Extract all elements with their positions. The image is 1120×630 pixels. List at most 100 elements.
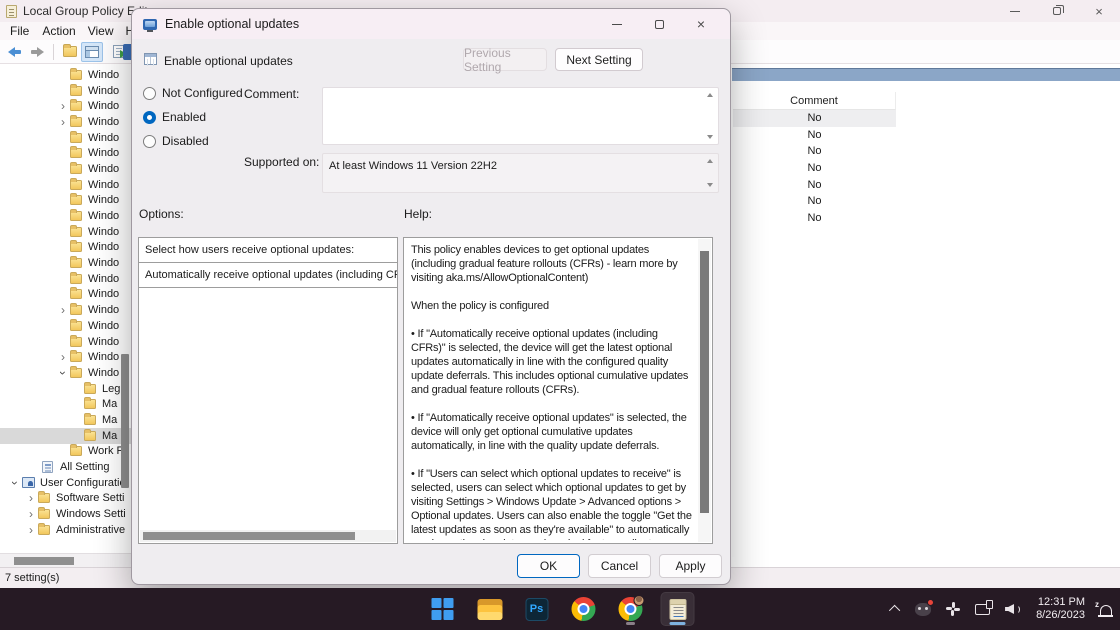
tree-item[interactable]: › Windo <box>0 98 131 114</box>
dialog-minimize-button[interactable] <box>596 9 638 39</box>
tree-item[interactable]: Windo <box>0 130 131 146</box>
tree-item[interactable]: › User Configuratio <box>0 475 131 491</box>
supported-on-scrollbar[interactable] <box>704 156 716 190</box>
setting-row[interactable]: No <box>733 143 896 160</box>
scroll-up-icon[interactable] <box>707 159 713 163</box>
tree-item[interactable]: Windo <box>0 161 131 177</box>
display-cast-icon[interactable] <box>975 604 990 615</box>
tree-item[interactable]: › Windo <box>0 114 131 130</box>
tree-chevron-icon[interactable]: › <box>24 491 38 505</box>
tree-item[interactable]: Work F <box>0 444 131 460</box>
tree-item[interactable]: Windo <box>0 334 131 350</box>
tree-item[interactable]: Ma <box>0 428 131 444</box>
ok-button[interactable]: OK <box>517 554 580 578</box>
taskbar-clock[interactable]: 12:31 PM 8/26/2023 <box>1036 596 1085 622</box>
tree-item[interactable]: Windo <box>0 83 131 99</box>
radio-option[interactable]: Disabled <box>143 129 243 153</box>
tree-item[interactable]: Leg <box>0 381 131 397</box>
menu-item[interactable]: Action <box>40 24 77 38</box>
help-vertical-scrollbar[interactable] <box>698 239 711 542</box>
volume-icon[interactable] <box>1005 603 1021 616</box>
scrollbar-thumb[interactable] <box>700 251 709 513</box>
scroll-down-icon[interactable] <box>707 183 713 187</box>
pinwheel-app-icon[interactable] <box>946 602 960 616</box>
show-console-tree-button[interactable] <box>81 42 103 62</box>
tree-horizontal-scrollbar[interactable] <box>0 553 131 567</box>
tree-item[interactable]: Windo <box>0 255 131 271</box>
tree-item[interactable]: Windo <box>0 67 131 83</box>
setting-row[interactable]: No <box>733 160 896 177</box>
radio-option[interactable]: Enabled <box>143 105 243 129</box>
tree-item[interactable]: Windo <box>0 224 131 240</box>
clipped-toolbar-icon[interactable] <box>123 44 131 60</box>
scrollbar-thumb[interactable] <box>14 557 74 565</box>
tree-item[interactable]: Ma <box>0 396 131 412</box>
close-button[interactable]: × <box>1078 0 1120 22</box>
tree-item[interactable]: › Administrative <box>0 522 131 538</box>
start-button[interactable] <box>426 592 460 626</box>
dialog-close-button[interactable]: × <box>680 9 722 39</box>
tree-item[interactable]: Windo <box>0 287 131 303</box>
tree-chevron-icon[interactable]: › <box>8 476 22 490</box>
tree-item[interactable]: Windo <box>0 193 131 209</box>
photoshop-button[interactable]: Ps <box>520 592 554 626</box>
tree-chevron-icon[interactable]: › <box>56 115 70 129</box>
previous-setting-button[interactable]: Previous Setting <box>463 48 547 71</box>
minimize-button[interactable] <box>994 0 1036 22</box>
up-one-level-button[interactable] <box>59 42 81 62</box>
tree-item[interactable]: › Software Setti <box>0 491 131 507</box>
tree-item[interactable]: Ma <box>0 412 131 428</box>
restore-button[interactable] <box>1036 0 1078 22</box>
optional-updates-dropdown[interactable]: Automatically receive optional updates (… <box>139 263 397 288</box>
tree-item[interactable]: › Windo <box>0 365 131 381</box>
dialog-maximize-button[interactable] <box>638 9 680 39</box>
tree-chevron-icon[interactable]: › <box>56 366 70 380</box>
radio-button-icon[interactable] <box>143 135 156 148</box>
back-button[interactable] <box>4 42 26 62</box>
tree-item[interactable]: › Windo <box>0 302 131 318</box>
scrollbar-thumb[interactable] <box>143 532 355 540</box>
chrome-profile-button[interactable] <box>614 592 648 626</box>
tree-chevron-icon[interactable]: › <box>56 303 70 317</box>
scroll-down-icon[interactable] <box>707 135 713 139</box>
setting-row[interactable]: No <box>733 176 896 193</box>
discord-icon[interactable] <box>915 603 931 616</box>
group-policy-editor-button[interactable] <box>661 592 695 626</box>
tree-item[interactable]: Windo <box>0 318 131 334</box>
forward-button[interactable] <box>26 42 48 62</box>
hidden-icons-chevron-icon[interactable] <box>889 605 900 616</box>
options-horizontal-scrollbar[interactable] <box>140 530 396 542</box>
radio-option[interactable]: Not Configured <box>143 81 243 105</box>
scroll-up-icon[interactable] <box>707 93 713 97</box>
tree-item[interactable]: All Setting <box>0 459 131 475</box>
tree-item[interactable]: Windo <box>0 208 131 224</box>
comment-textarea[interactable] <box>322 87 719 145</box>
cancel-button[interactable]: Cancel <box>588 554 651 578</box>
tree-chevron-icon[interactable]: › <box>24 523 38 537</box>
menu-item[interactable]: File <box>8 24 31 38</box>
comment-scrollbar[interactable] <box>704 90 716 142</box>
radio-button-icon[interactable] <box>143 111 156 124</box>
notification-bell-icon[interactable]: z <box>1100 605 1112 616</box>
tree-item[interactable]: › Windows Setti <box>0 506 131 522</box>
tree-item[interactable]: Windo <box>0 145 131 161</box>
next-setting-button[interactable]: Next Setting <box>555 48 643 71</box>
tree-chevron-icon[interactable]: › <box>56 350 70 364</box>
radio-button-icon[interactable] <box>143 87 156 100</box>
chrome-button[interactable] <box>567 592 601 626</box>
tree-item[interactable]: › Windo <box>0 349 131 365</box>
tree-vertical-scrollbar[interactable] <box>121 354 129 488</box>
apply-button[interactable]: Apply <box>659 554 722 578</box>
tree-chevron-icon[interactable]: › <box>56 99 70 113</box>
tree-item[interactable]: Windo <box>0 271 131 287</box>
tree-item[interactable]: Windo <box>0 177 131 193</box>
tree-item[interactable]: Windo <box>0 240 131 256</box>
tree-chevron-icon[interactable]: › <box>24 507 38 521</box>
menu-item[interactable]: View <box>86 24 116 38</box>
setting-row[interactable]: No <box>733 127 896 144</box>
comment-column-header[interactable]: Comment <box>733 92 896 110</box>
file-explorer-button[interactable] <box>473 592 507 626</box>
setting-row[interactable]: No <box>733 110 896 127</box>
setting-row[interactable]: No <box>733 193 896 210</box>
setting-row[interactable]: No <box>733 210 896 227</box>
